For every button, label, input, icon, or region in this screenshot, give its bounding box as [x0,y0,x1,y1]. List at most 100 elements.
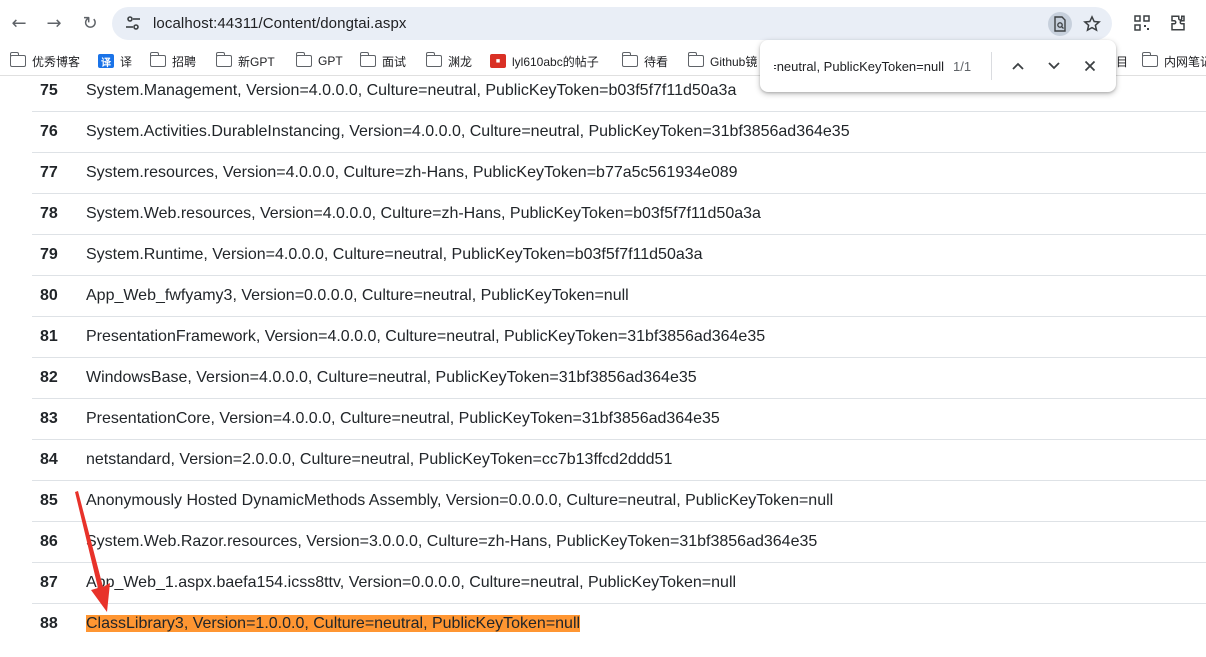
table-row: 81 PresentationFramework, Version=4.0.0.0… [32,316,1206,358]
bookmark-label: GPT [318,54,343,68]
page-content: 75 System.Management, Version=4.0.0.0, Cu… [0,76,1206,657]
row-number: 81 [32,316,86,358]
assembly-name-cell: WindowsBase, Version=4.0.0.0, Culture=ne… [86,357,1206,399]
folder-icon [9,52,26,67]
site-info-icon[interactable] [124,14,142,32]
assembly-name-cell: System.resources, Version=4.0.0.0, Cultu… [86,152,1206,194]
assembly-name: App_Web_fwfyamy3, Version=0.0.0.0, Cultu… [86,287,629,304]
chevron-up-icon [1012,62,1024,70]
folder-icon [687,52,704,67]
bookmark-label: 渊龙 [448,54,473,69]
row-number: 85 [32,480,86,522]
bookmark-folder[interactable]: 新GPT [215,52,275,70]
table-row: 88 ClassLibrary3, Version=1.0.0.0, Cultur… [32,603,1206,645]
assembly-name: System.resources, Version=4.0.0.0, Cultu… [86,164,738,181]
bookmark-folder[interactable]: GPT [295,52,343,70]
chevron-down-icon [1048,62,1060,70]
bookmark-folder[interactable]: 待看 [621,52,669,70]
row-number: 78 [32,193,86,235]
bookmark-folder[interactable]: 面试 [359,52,407,70]
assembly-name: PresentationFramework, Version=4.0.0.0, … [86,328,766,345]
table-row: 76 System.Activities.DurableInstancing, V… [32,111,1206,153]
assembly-name-cell: System.Runtime, Version=4.0.0.0, Culture… [86,234,1206,276]
find-bar: System.Runtime, Culture=neutral, PublicK… [760,40,1116,92]
table-row: 84 netstandard, Version=2.0.0.0, Culture=… [32,439,1206,481]
reload-icon: ↻ [82,12,98,34]
bookmark-folder[interactable]: 渊龙 [425,52,473,70]
bookmark-label: 内网笔记 [1164,54,1206,69]
translate-icon: 译 [98,54,114,69]
folder-icon [621,52,638,67]
folder-icon [215,52,232,67]
table-row: 82 WindowsBase, Version=4.0.0.0, Culture=… [32,357,1206,399]
table-row: 79 System.Runtime, Version=4.0.0.0, Cultu… [32,234,1206,276]
forward-button[interactable]: → [39,8,69,38]
bookmark-folder[interactable]: Github镜 [687,52,758,70]
close-icon [1084,60,1096,72]
find-match-highlight: ClassLibrary3, Version=1.0.0.0, Culture=… [86,615,581,633]
back-button[interactable]: ← [4,8,34,38]
table-row: 85 Anonymously Hosted DynamicMethods Asse… [32,480,1206,522]
table-row: 86 System.Web.Razor.resources, Version=3.… [32,521,1206,563]
find-in-page-icon[interactable] [1048,12,1072,36]
row-number: 76 [32,111,86,153]
bookmark-folder[interactable]: 优秀博客 [9,52,81,70]
bookmark-item[interactable]: ■ lyl610abc的帖子 [490,52,599,70]
url-text[interactable]: localhost:44311/Content/dongtai.aspx [153,15,407,32]
folder-icon [295,52,312,67]
row-number: 83 [32,398,86,440]
bookmark-folder[interactable]: 内网笔记 [1141,52,1206,70]
row-number: 75 [32,76,86,112]
find-bar-divider [991,52,992,80]
find-close-button[interactable] [1077,53,1103,79]
site-favicon: ■ [490,54,506,68]
folder-icon [1141,52,1158,67]
assembly-name: App_Web_1.aspx.baefa154.icss8ttv, Versio… [86,574,737,591]
row-number: 87 [32,562,86,604]
row-number: 82 [32,357,86,399]
bookmark-label: 招聘 [172,54,197,69]
table-row: 77 System.resources, Version=4.0.0.0, Cul… [32,152,1206,194]
assembly-table: 75 System.Management, Version=4.0.0.0, Cu… [32,76,1206,645]
bookmark-label: 目 [1116,54,1129,69]
find-input[interactable]: System.Runtime, Culture=neutral, PublicK… [774,59,944,74]
bookmark-label: lyl610abc的帖子 [512,54,599,69]
bookmark-label: 待看 [644,54,669,69]
forward-arrow-icon: → [46,12,62,34]
table-row: 87 App_Web_1.aspx.baefa154.icss8ttv, Vers… [32,562,1206,604]
assembly-name: System.Activities.DurableInstancing, Ver… [86,123,850,140]
bookmark-item[interactable]: 译译 [98,52,132,70]
address-bar[interactable]: localhost:44311/Content/dongtai.aspx [112,7,1112,40]
find-previous-button[interactable] [1005,53,1031,79]
folder-icon [425,52,442,67]
bookmark-label: 优秀博客 [32,54,81,69]
bookmark-label: 新GPT [238,54,275,69]
assembly-name: System.Web.resources, Version=4.0.0.0, C… [86,205,761,222]
table-row: 83 PresentationCore, Version=4.0.0.0, Cul… [32,398,1206,440]
row-number: 79 [32,234,86,276]
assembly-name-cell: PresentationCore, Version=4.0.0.0, Cultu… [86,398,1206,440]
assembly-name: netstandard, Version=2.0.0.0, Culture=ne… [86,451,673,468]
find-match-count: 1/1 [953,59,972,74]
assembly-name: System.Web.Razor.resources, Version=3.0.… [86,533,818,550]
qr-code-icon[interactable] [1129,10,1155,36]
row-number: 88 [32,603,86,645]
folder-icon [359,52,376,67]
row-number: 84 [32,439,86,481]
reload-button[interactable]: ↻ [75,8,105,38]
folder-icon [149,52,166,67]
assembly-name-cell: ClassLibrary3, Version=1.0.0.0, Culture=… [86,603,1206,645]
bookmark-label: 面试 [382,54,407,69]
find-query-text: System.Runtime, Culture=neutral, PublicK… [774,59,944,74]
assembly-name: System.Runtime, Version=4.0.0.0, Culture… [86,246,703,263]
assembly-name-cell: System.Web.Razor.resources, Version=3.0.… [86,521,1206,563]
table-row: 78 System.Web.resources, Version=4.0.0.0,… [32,193,1206,235]
bookmark-star-icon[interactable] [1080,12,1104,36]
bookmark-label: Github镜 [710,54,758,69]
assembly-name-cell: App_Web_fwfyamy3, Version=0.0.0.0, Cultu… [86,275,1206,317]
find-next-button[interactable] [1041,53,1067,79]
bookmark-item[interactable]: 目 [1116,52,1128,70]
row-number: 80 [32,275,86,317]
bookmark-folder[interactable]: 招聘 [149,52,197,70]
extensions-icon[interactable] [1165,10,1191,36]
